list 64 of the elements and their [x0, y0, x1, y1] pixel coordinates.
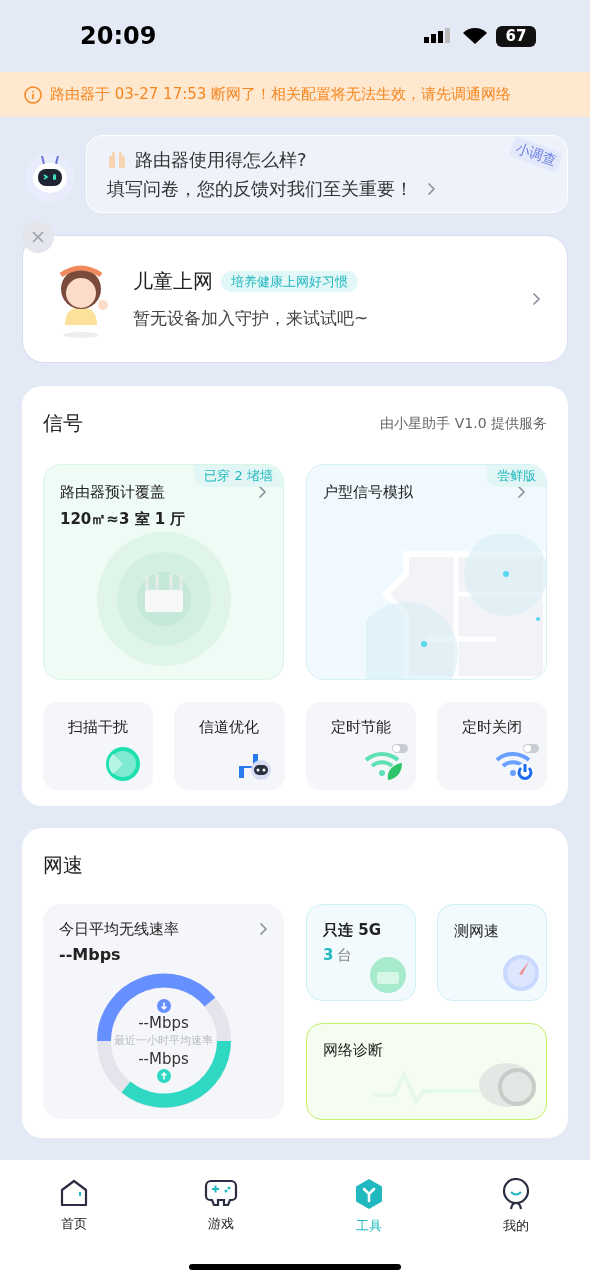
home-icon	[58, 1178, 89, 1208]
5g-badge-icon	[369, 956, 407, 994]
close-icon	[32, 231, 44, 243]
upload-icon	[156, 1068, 171, 1083]
close-button[interactable]	[22, 221, 54, 253]
chevron-right-icon	[259, 922, 268, 936]
tab-item[interactable]: 游戏	[147, 1178, 295, 1236]
chevron-right-icon	[532, 292, 541, 306]
tab-item[interactable]: 我的	[442, 1178, 590, 1236]
diagnosis-title: 网络诊断	[323, 1041, 383, 1059]
tools-icon	[353, 1178, 384, 1210]
toggle-switch[interactable]	[391, 744, 408, 753]
coverage-value: 120㎡≈3 室 1 厅	[60, 508, 186, 530]
chevron-right-icon	[258, 485, 267, 499]
gauge-icon	[502, 954, 540, 992]
floorplan-card[interactable]: 户型信号模拟 尝鲜版	[306, 464, 547, 680]
tool-label: 定时关闭	[461, 717, 522, 738]
gamepad-icon	[204, 1178, 239, 1208]
tool-label: 定时节能	[330, 717, 391, 738]
section-title: 信号	[43, 410, 83, 437]
device-count: 3	[323, 944, 334, 966]
survey-question: 路由器使用得怎么样?	[135, 148, 307, 172]
battery-indicator: 67	[496, 25, 536, 47]
wall-badge: 已穿 2 堵墙	[194, 465, 283, 487]
radar-icon	[105, 746, 142, 782]
only-5g-card[interactable]: 只连 5G 3 台	[306, 904, 416, 1001]
alert-text: 路由器于 03-27 17:53 断网了！相关配置将无法生效，请先调通网络	[50, 84, 512, 106]
kids-card-tag: 培养健康上网好习惯	[221, 270, 358, 292]
download-icon	[156, 998, 171, 1013]
survey-bubble[interactable]: 路由器使用得怎么样? 填写问卷，您的反馈对我们至关重要！ 小调查	[86, 135, 568, 213]
chevron-right-icon	[517, 485, 526, 499]
kids-card-title: 儿童上网	[133, 268, 213, 296]
survey-tag: 小调查	[508, 136, 564, 173]
tab-item[interactable]: 首页	[0, 1178, 148, 1236]
tool-tile[interactable]: 定时关闭	[436, 702, 547, 790]
info-icon	[24, 85, 42, 104]
upload-speed: --Mbps	[138, 1048, 189, 1069]
download-speed: --Mbps	[138, 1012, 189, 1033]
profile-icon	[501, 1178, 532, 1210]
clock-time: 20:09	[80, 21, 157, 52]
speed-test-title: 测网速	[454, 922, 499, 940]
average-speed-value: --Mbps	[59, 943, 122, 966]
diagnosis-card[interactable]: 网络诊断	[306, 1023, 547, 1120]
only-5g-title: 只连 5G	[323, 920, 382, 941]
beta-badge: 尝鲜版	[487, 465, 546, 487]
tool-label: 信道优化	[199, 717, 260, 738]
kids-card[interactable]: 儿童上网 培养健康上网好习惯 暂无设备加入守护，来试试吧~	[22, 235, 568, 363]
tool-label: 扫描干扰	[68, 717, 129, 738]
speed-test-card[interactable]: 测网速	[437, 904, 547, 1001]
wifi-icon	[462, 27, 488, 45]
average-speed-title: 今日平均无线速率	[59, 919, 179, 940]
device-unit: 台	[337, 944, 353, 966]
tool-tile[interactable]: 定时节能	[305, 702, 416, 790]
toggle-switch[interactable]	[523, 744, 539, 753]
coverage-card[interactable]: 路由器预计覆盖 120㎡≈3 室 1 厅 已穿 2 堵墙	[43, 464, 284, 680]
provider-note: 由小星助手 V1.0 提供服务	[380, 413, 547, 433]
tool-tile[interactable]: 信道优化	[174, 702, 285, 790]
tool-tile[interactable]: 扫描干扰	[43, 702, 154, 790]
chevron-right-icon	[427, 181, 436, 196]
section-title: 网速	[43, 853, 83, 877]
floorplan-title: 户型信号模拟	[323, 482, 413, 503]
kids-card-subtitle: 暂无设备加入守护，来试试吧~	[133, 307, 370, 331]
coverage-title: 路由器预计覆盖	[60, 482, 166, 503]
survey-prompt: 填写问卷，您的反馈对我们至关重要！	[107, 177, 413, 201]
